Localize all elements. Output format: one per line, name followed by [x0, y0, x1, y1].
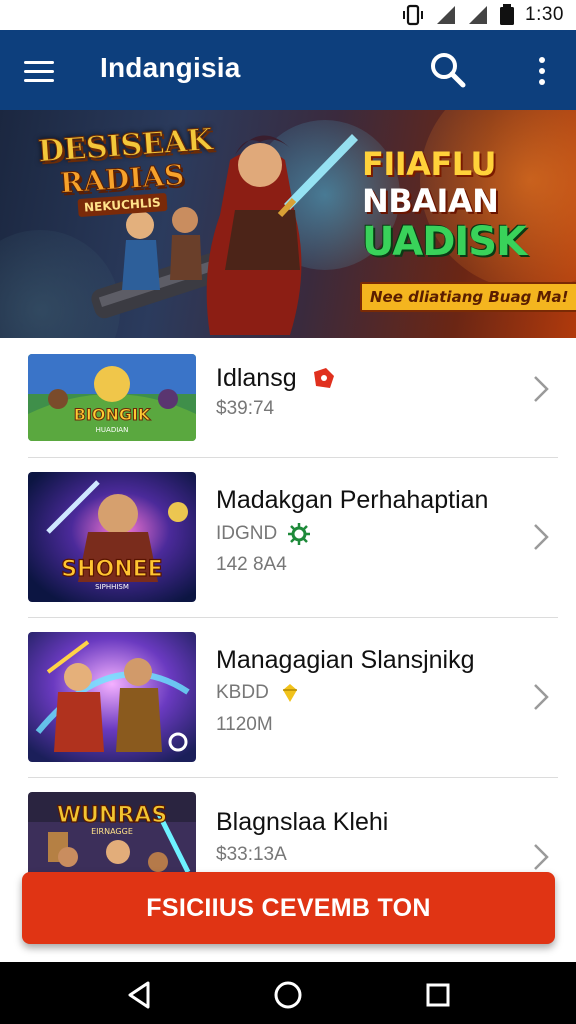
menu-icon[interactable]: [24, 54, 58, 88]
navigation-bar: [0, 962, 576, 1024]
thumb-subtitle: EIRNAGGE: [91, 827, 133, 836]
game-name: Idlansg: [216, 364, 297, 392]
promo-banner[interactable]: DESISEAK RADIAS NEKUCHLIS FIIAFLU NBAIAN…: [0, 110, 576, 338]
banner-logo: DESISEAK RADIAS NEKUCHLIS: [36, 122, 214, 218]
thumb-title: SHONEE: [61, 557, 162, 582]
game-thumbnail: SHONEE SIPHHISM: [28, 472, 196, 602]
banner-logo-line2: RADIAS: [58, 158, 186, 201]
game-price: KBDD: [216, 682, 269, 703]
list-item[interactable]: Managagian Slansjnikg KBDD 1120M: [0, 618, 576, 778]
game-size: 1120M: [216, 714, 273, 735]
game-price-row: IDGND: [216, 522, 311, 546]
banner-promo-line1: FIIAFLU: [362, 145, 497, 183]
thumb-title: BIONGIK: [74, 405, 151, 424]
thumb-subtitle: SIPHHISM: [95, 583, 129, 591]
thumb-subtitle: HUADIAN: [96, 426, 129, 434]
list-item[interactable]: BIONGIK HUADIAN Idlansg $39:74: [0, 338, 576, 458]
game-price: $39:74: [216, 398, 275, 419]
battery-icon: [500, 4, 515, 25]
game-thumbnail: [28, 632, 196, 762]
chevron-right-icon[interactable]: [530, 842, 552, 872]
thumb-title: WUNRAS: [57, 803, 167, 828]
recents-icon[interactable]: [421, 978, 455, 1012]
game-price: $33:13A: [216, 844, 287, 865]
status-time: 1:30: [525, 4, 564, 25]
app-bar: Indangisia: [0, 30, 576, 110]
red-tag-icon: [314, 368, 334, 388]
app-title: Indangisia: [100, 52, 241, 83]
banner-promo-tag: Nee dliatiang Buag Ma!: [360, 282, 576, 312]
search-icon[interactable]: [428, 50, 468, 90]
chevron-right-icon[interactable]: [530, 374, 552, 404]
game-price-row: KBDD: [216, 682, 301, 704]
cta-button[interactable]: FSICIIUS CEVEMB TON: [22, 872, 555, 944]
screen: 1:30 Indangisia DESISEAK RADIAS NEKUCHLI…: [0, 0, 576, 1024]
gold-diamond-icon: [282, 684, 297, 702]
vibrate-icon: [403, 4, 424, 26]
cta-label: FSICIIUS CEVEMB TON: [146, 893, 431, 922]
game-price: IDGND: [216, 523, 278, 544]
banner-promo-line2: NBAIAN: [362, 182, 499, 220]
game-name: Madakgan Perhahaptian: [216, 486, 489, 514]
list-item[interactable]: SHONEE SIPHHISM Madakgan Perhahaptian ID…: [0, 458, 576, 618]
green-gear-icon: [288, 523, 311, 545]
banner-promo-text: FIIAFLU NBAIAN UADISK: [362, 146, 572, 264]
game-name: Blagnslaa Klehi: [216, 808, 389, 836]
signal-icon-2: [469, 6, 488, 24]
signal-icon: [437, 6, 456, 24]
game-size: 142 8A4: [216, 554, 287, 575]
more-options-icon[interactable]: [528, 52, 556, 90]
back-icon[interactable]: [122, 978, 156, 1012]
game-name: Managagian Slansjnikg: [216, 646, 475, 674]
chevron-right-icon[interactable]: [530, 682, 552, 712]
game-list: BIONGIK HUADIAN Idlansg $39:74 SHONEE SI…: [0, 338, 576, 938]
chevron-right-icon[interactable]: [530, 522, 552, 552]
home-icon[interactable]: [271, 978, 305, 1012]
game-thumbnail: BIONGIK HUADIAN: [28, 354, 196, 441]
status-bar: 1:30: [0, 0, 576, 30]
banner-promo-line3: UADISK: [362, 219, 527, 265]
